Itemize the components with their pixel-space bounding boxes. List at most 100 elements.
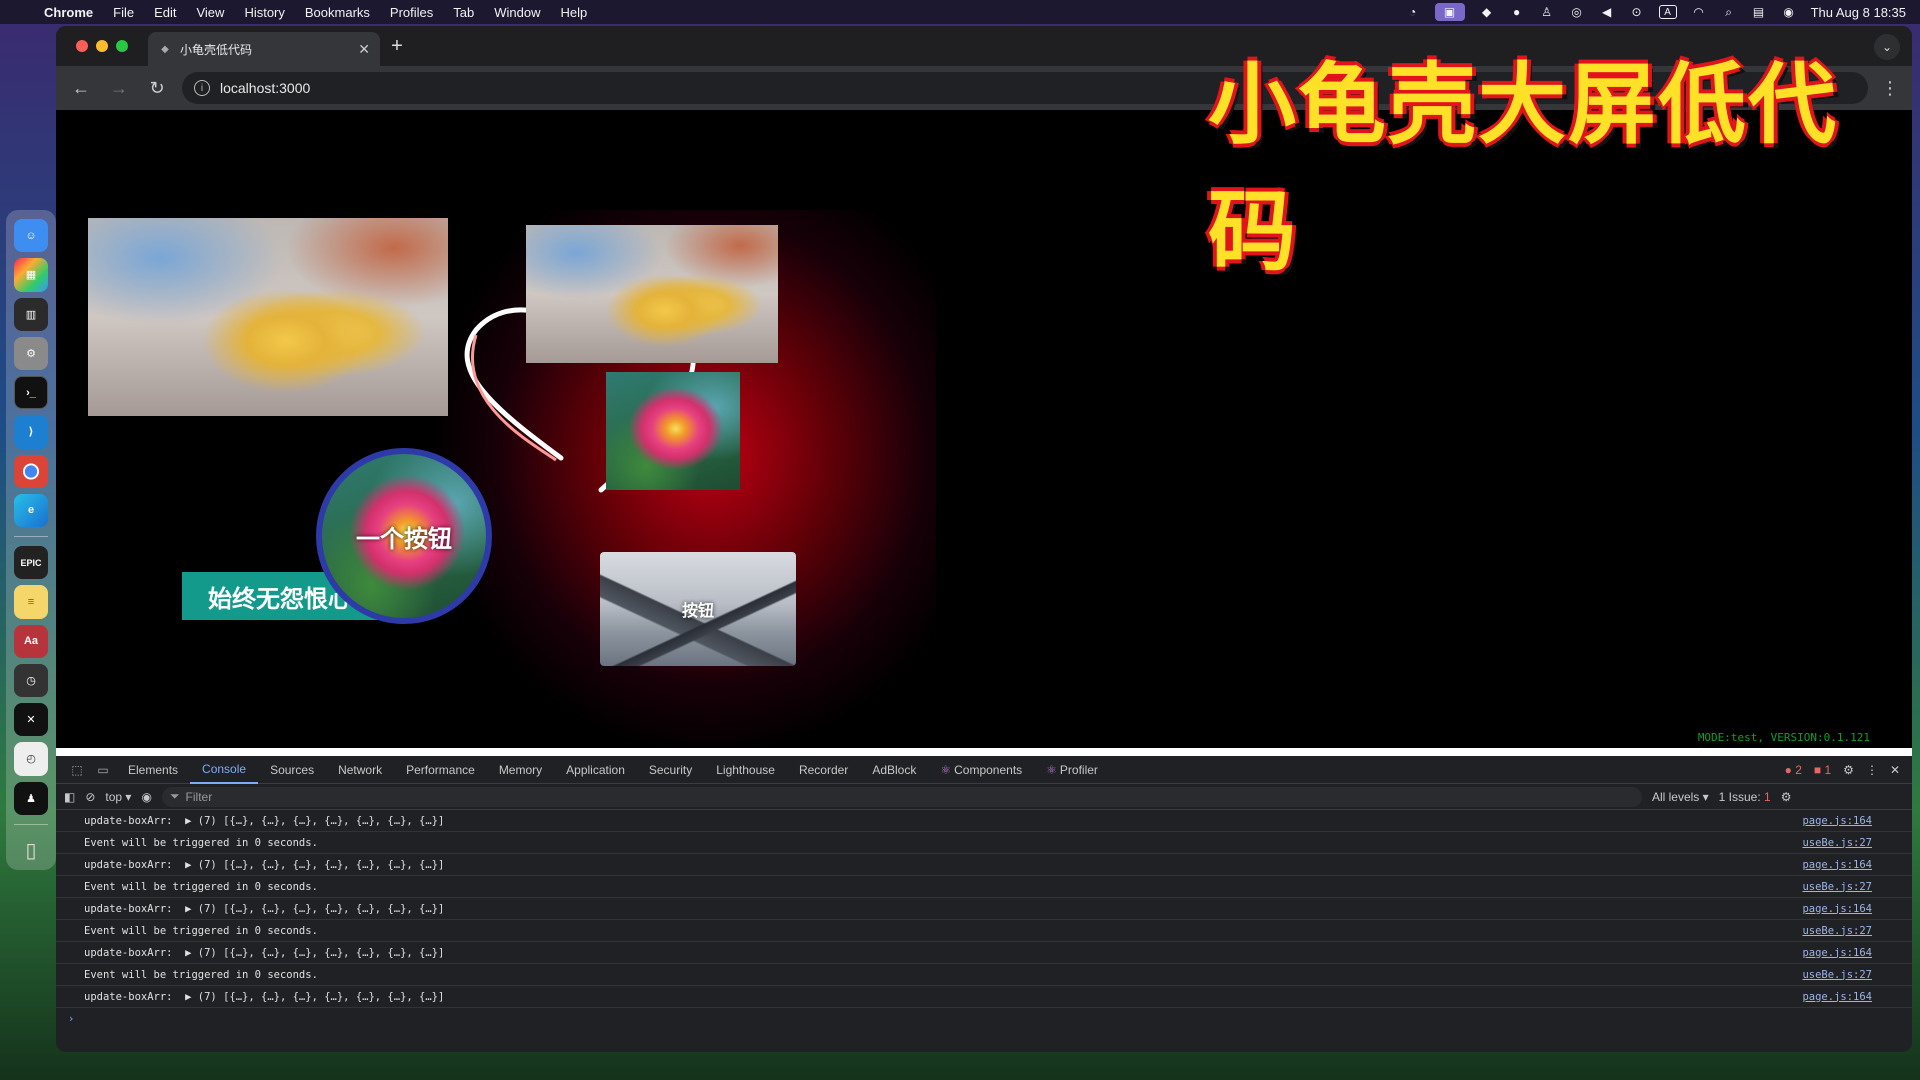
menu-window[interactable]: Window <box>484 5 550 20</box>
dictionary-icon[interactable]: Aa <box>14 624 48 658</box>
tab-lighthouse[interactable]: Lighthouse <box>704 756 787 784</box>
capcut-icon[interactable]: ✕ <box>14 703 48 737</box>
browser-tab-active[interactable]: ◆ 小龟壳低代码 ✕ <box>148 32 380 66</box>
volume-icon[interactable]: ◀ <box>1599 5 1615 19</box>
menu-help[interactable]: Help <box>551 5 598 20</box>
scroll-icon[interactable]: ◔ <box>1405 5 1421 19</box>
epic-games-icon[interactable]: EPIC <box>14 546 48 580</box>
menu-bookmarks[interactable]: Bookmarks <box>295 5 380 20</box>
menu-history[interactable]: History <box>234 5 294 20</box>
tab-security[interactable]: Security <box>637 756 704 784</box>
log-source-link[interactable]: page.js:164 <box>1802 815 1872 827</box>
back-arrow-icon[interactable]: ← <box>68 78 94 99</box>
log-source-link[interactable]: useBe.js:27 <box>1802 969 1872 981</box>
inspect-element-icon[interactable]: ⬚ <box>64 763 90 777</box>
chrome-icon[interactable] <box>14 454 48 488</box>
tab-recorder[interactable]: Recorder <box>787 756 860 784</box>
control-center-icon[interactable]: ▤ <box>1751 5 1767 19</box>
mission-control-icon[interactable]: ▥ <box>14 297 48 331</box>
tab-elements[interactable]: Elements <box>116 756 190 784</box>
screen-record-icon[interactable]: ▣ <box>1434 3 1465 21</box>
play-circle-icon[interactable]: ⊙ <box>1629 5 1645 19</box>
tab-profiler[interactable]: ⚛ Profiler <box>1034 756 1110 784</box>
qq-icon[interactable]: ♟ <box>14 781 48 815</box>
log-source-link[interactable]: page.js:164 <box>1802 991 1872 1003</box>
tab-adblock[interactable]: AdBlock <box>860 756 928 784</box>
issues-counter[interactable]: 1 Issue: 1 <box>1719 790 1771 804</box>
disk-utility-icon[interactable]: ◷ <box>14 663 48 698</box>
user-icon[interactable]: ♙ <box>1539 5 1555 19</box>
menu-profiles[interactable]: Profiles <box>380 5 443 20</box>
close-devtools-icon[interactable]: ✕ <box>1890 763 1900 777</box>
finder-icon[interactable]: ☺ <box>14 219 48 253</box>
log-source-link[interactable]: useBe.js:27 <box>1802 925 1872 937</box>
clear-console-icon[interactable]: ⊘ <box>85 790 95 804</box>
error-count-badge[interactable]: ● 2 <box>1785 763 1802 777</box>
spotlight-search-icon[interactable]: ⌕ <box>1721 5 1737 19</box>
log-message[interactable]: update-boxArr: ▶ (7) [{…}, {…}, {…}, {…}… <box>84 903 1802 915</box>
reload-icon[interactable]: ↻ <box>144 78 170 99</box>
notes-icon[interactable]: ≡ <box>14 585 48 619</box>
menu-app-name[interactable]: Chrome <box>34 5 103 20</box>
launchpad-icon[interactable]: ▦ <box>14 258 48 292</box>
address-text[interactable]: localhost:3000 <box>220 80 310 96</box>
tab-memory[interactable]: Memory <box>487 756 554 784</box>
console-settings-icon[interactable]: ⚙ <box>1781 790 1792 804</box>
wifi-icon[interactable]: ◠ <box>1691 5 1707 19</box>
tab-console[interactable]: Console <box>190 756 259 784</box>
more-options-icon[interactable]: ⋮ <box>1866 763 1878 777</box>
log-source-link[interactable]: page.js:164 <box>1802 903 1872 915</box>
vscode-icon[interactable]: ⟩ <box>14 415 48 449</box>
log-levels-dropdown[interactable]: All levels ▾ <box>1652 790 1709 804</box>
console-prompt[interactable]: › <box>56 1008 1912 1030</box>
lily-flower-image[interactable] <box>606 372 740 490</box>
tab-network[interactable]: Network <box>326 756 394 784</box>
tab-application[interactable]: Application <box>554 756 637 784</box>
menu-tab[interactable]: Tab <box>443 5 484 20</box>
input-source-icon[interactable]: A <box>1658 5 1677 19</box>
context-selector[interactable]: top ▾ <box>105 790 131 804</box>
log-source-link[interactable]: page.js:164 <box>1802 859 1872 871</box>
forward-arrow-icon[interactable]: → <box>106 78 132 99</box>
log-message[interactable]: update-boxArr: ▶ (7) [{…}, {…}, {…}, {…}… <box>84 859 1802 871</box>
log-message[interactable]: update-boxArr: ▶ (7) [{…}, {…}, {…}, {…}… <box>84 815 1802 827</box>
new-tab-icon[interactable]: + <box>380 35 414 58</box>
log-source-link[interactable]: useBe.js:27 <box>1802 837 1872 849</box>
video-watermark-title: 小龟壳大屏低代码 <box>1208 53 1839 283</box>
settings-gear-icon[interactable]: ⚙ <box>1843 763 1854 777</box>
ducklings-image-small[interactable] <box>526 225 778 363</box>
target-icon[interactable]: ◎ <box>1569 5 1585 19</box>
log-source-link[interactable]: useBe.js:27 <box>1802 881 1872 893</box>
tab-sources[interactable]: Sources <box>258 756 326 784</box>
clock-icon[interactable]: ◴ <box>14 742 48 776</box>
menu-view[interactable]: View <box>186 5 234 20</box>
mountain-image-button[interactable]: 按钮 <box>600 552 796 666</box>
menu-edit[interactable]: Edit <box>144 5 186 20</box>
terminal-icon[interactable]: ›_ <box>14 376 48 410</box>
shield-icon[interactable]: ◆ <box>1479 5 1495 19</box>
close-window-icon[interactable] <box>76 40 88 52</box>
siri-icon[interactable]: ◉ <box>1781 5 1797 19</box>
menu-file[interactable]: File <box>103 5 144 20</box>
live-expression-eye-icon[interactable]: ◉ <box>141 790 151 804</box>
edge-icon[interactable]: e <box>14 493 48 528</box>
tab-performance[interactable]: Performance <box>394 756 487 784</box>
log-source-link[interactable]: page.js:164 <box>1802 947 1872 959</box>
system-settings-icon[interactable]: ⚙ <box>14 336 48 370</box>
warning-count-badge[interactable]: ■ 1 <box>1814 763 1831 777</box>
log-message[interactable]: update-boxArr: ▶ (7) [{…}, {…}, {…}, {…}… <box>84 991 1802 1003</box>
zoom-window-icon[interactable] <box>116 40 128 52</box>
device-toolbar-icon[interactable]: ▭ <box>90 763 116 777</box>
ducklings-image-large[interactable] <box>88 218 448 416</box>
log-message[interactable]: update-boxArr: ▶ (7) [{…}, {…}, {…}, {…}… <box>84 947 1802 959</box>
trash-icon[interactable]: ▯ <box>14 834 48 867</box>
tab-components[interactable]: ⚛ Components <box>928 756 1034 784</box>
site-info-icon[interactable]: i <box>194 80 210 96</box>
menubar-datetime[interactable]: Thu Aug 8 18:35 <box>1811 5 1906 20</box>
close-tab-icon[interactable]: ✕ <box>358 41 370 58</box>
bell-icon[interactable]: ● <box>1509 5 1525 19</box>
console-filter-input[interactable]: ⏷ Filter <box>161 786 1642 807</box>
circle-image-button[interactable]: 一个按钮 <box>316 448 492 624</box>
minimize-window-icon[interactable] <box>96 40 108 52</box>
sidebar-toggle-icon[interactable]: ◧ <box>64 790 75 804</box>
